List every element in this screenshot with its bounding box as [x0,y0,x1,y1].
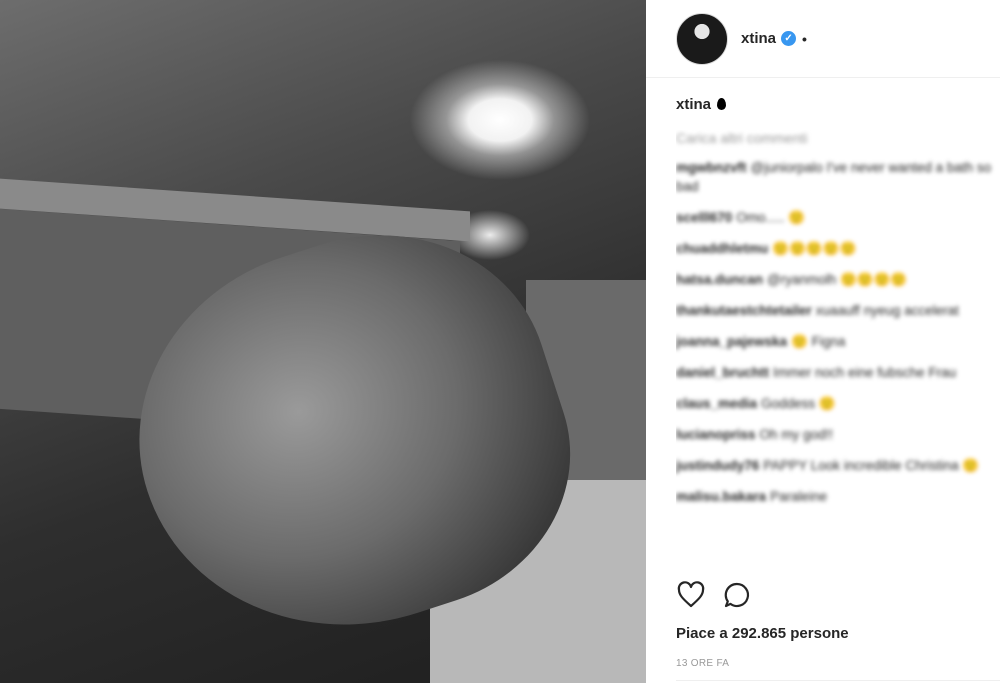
comment-username[interactable]: lucianopriss [676,427,756,442]
comment-username[interactable]: claus_media [676,396,757,411]
comment-item: joanna_pajewska 🙂 Figna [676,332,1000,351]
divider [676,680,1000,681]
load-more-comments-link[interactable]: Carica altri commenti [676,130,1000,146]
comment-username[interactable]: thankutaestchtetailer [676,303,812,318]
comment-text: Goddess 🙂 [761,396,836,411]
post-sidebar: xtina ✓ • xtina Carica altri commenti mg… [646,0,1000,683]
comment-username[interactable]: justindudy76 [676,458,759,473]
comment-text: Oh my god!! [759,427,834,442]
avatar[interactable] [676,12,728,65]
comment-username[interactable]: hatsa.duncan [676,272,763,287]
comment-bubble-icon[interactable] [722,580,752,610]
comment-item: scelll670 Omo..... 🙂 [676,208,1000,227]
black-drop-icon [717,98,727,110]
comment-text: xuaauff nyeug accelerat [815,303,959,318]
comment-text: 🙂🙂🙂🙂🙂 [772,241,857,256]
likes-count[interactable]: Piace a 292.865 persone [676,625,849,642]
comment-username[interactable]: malisu.bakara [676,489,766,504]
comment-text: @ryanmolh 🙂🙂🙂🙂 [767,272,908,287]
comment-item: lucianopriss Oh my god!! [676,425,1000,444]
header-dot: • [802,30,807,47]
comment-item: thankutaestchtetailer xuaauff nyeug accel… [676,301,1000,320]
comment-text: Omo..... 🙂 [736,210,805,225]
comment-username[interactable]: chuaddhletmu [676,241,768,256]
comment-username[interactable]: joanna_pajewska [676,334,787,349]
comment-text: Immer noch eine fubsche Frau [773,365,957,380]
post-header: xtina ✓ • [646,0,1000,78]
comment-item: claus_media Goddess 🙂 [676,394,1000,413]
comment-username[interactable]: mgwbnzvft [676,160,747,175]
header-username-group: xtina ✓ • [741,30,807,47]
comments-list[interactable]: Carica altri commenti mgwbnzvft @juniorpa… [676,130,1000,575]
verified-badge-icon: ✓ [781,31,797,46]
heart-icon[interactable] [676,580,706,610]
comment-item: hatsa.duncan @ryanmolh 🙂🙂🙂🙂 [676,270,1000,289]
comment-item: justindudy76 PAPPY Look incredible Christ… [676,456,1000,475]
comment-item: daniel_bruchtt Immer noch eine fubsche Fr… [676,363,1000,382]
post-image[interactable] [0,0,646,683]
post-actions [676,580,752,610]
comment-username[interactable]: scelll670 [676,210,732,225]
comment-item: chuaddhletmu 🙂🙂🙂🙂🙂 [676,239,1000,258]
caption-username[interactable]: xtina [676,96,711,113]
comment-text: 🙂 Figna [791,334,846,349]
comment-item: malisu.bakara Paraleine [676,487,1000,506]
post-timestamp[interactable]: 13 ORE FA [676,658,729,669]
header-username[interactable]: xtina [741,30,776,47]
caption: xtina [676,96,727,113]
comment-item: mgwbnzvft @juniorpalo I've never wanted a… [676,158,1000,196]
comment-text: PAPPY Look incredible Christina 🙂 [763,458,980,473]
comment-text: Paraleine [770,489,828,504]
comment-username[interactable]: daniel_bruchtt [676,365,769,380]
